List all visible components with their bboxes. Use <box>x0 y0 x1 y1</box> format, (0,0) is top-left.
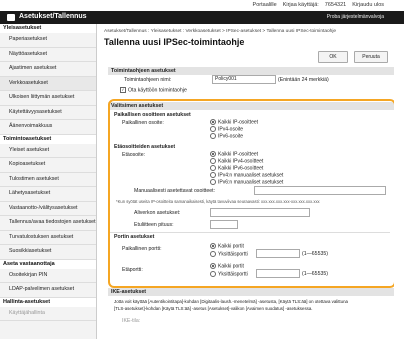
sidebar-head-destination: Aseta vastaanottaja <box>0 259 96 269</box>
sidebar-item-common[interactable]: Yleiset asetukset <box>0 143 96 158</box>
sidebar-item-copy[interactable]: Kopioasetukset <box>0 158 96 173</box>
policy-name-label: Toimintaohjeen nimi: <box>124 77 172 83</box>
app-title: Asetukset/Tallennus <box>19 13 87 20</box>
breadcrumb: Asetukset/Tallennus : Yleisasetukset : V… <box>104 29 337 34</box>
sidebar-item-external-interface[interactable]: Ulkoisen liittymän asetukset <box>0 91 96 106</box>
ike-description-1: Jotta voit käyttää [Autentikointitapa]-k… <box>114 299 348 304</box>
sidebar-item-display[interactable]: Näyttöasetukset <box>0 47 96 62</box>
cancel-button[interactable]: Peruuta <box>354 51 388 63</box>
sidebar: Yleisasetukset Paperiasetukset Näyttöase… <box>0 24 97 339</box>
policy-section-header: Toimintaohjeen asetukset <box>108 67 394 75</box>
policy-name-input[interactable]: Policy001 <box>212 75 276 84</box>
portal-link[interactable]: Portaalille <box>253 2 277 8</box>
ok-button[interactable]: OK <box>318 51 348 63</box>
sidebar-item-network[interactable]: Verkkoasetukset <box>0 76 96 91</box>
enable-policy-label: Ota käyttöön toimintaohje <box>128 87 187 94</box>
sidebar-item-volume[interactable]: Äänenvoimakkuus <box>0 120 96 135</box>
login-user-id: 7654321 <box>324 2 347 8</box>
sidebar-item-address-book-pin[interactable]: Osoitekirjan PIN <box>0 268 96 283</box>
sidebar-item-receive-forward[interactable]: Vastaanotto-/välitysasetukset <box>0 201 96 216</box>
sidebar-item-printer[interactable]: Tulostimen asetukset <box>0 172 96 187</box>
sidebar-item-send[interactable]: Lähetysasetukset <box>0 187 96 202</box>
settings-app-icon <box>7 14 15 21</box>
enable-policy-checkbox[interactable]: ✓ Ota käyttöön toimintaohje <box>120 87 187 93</box>
sidebar-head-function: Toimintoasetukset <box>0 134 96 144</box>
login-user-label: Kirjaa käyttäjä: <box>282 2 319 8</box>
sidebar-head-general: Yleisasetukset <box>0 24 96 33</box>
main-content: Asetukset/Tallennus : Yleisasetukset : V… <box>104 24 394 339</box>
sidebar-item-store-access[interactable]: Tallennus/avaa tiedostojen asetukset <box>0 216 96 231</box>
sidebar-item-paper[interactable]: Paperiasetukset <box>0 33 96 48</box>
sidebar-item-secure-print[interactable]: Turvatulostuksen asetukset <box>0 230 96 245</box>
sidebar-head-management: Hallinta-asetukset <box>0 297 96 307</box>
policy-name-hint: (Enintään 24 merkkiä) <box>278 77 329 83</box>
ike-section-header: IKE-asetukset <box>108 288 394 296</box>
sidebar-item-ldap[interactable]: LDAP-palvelimen asetukset <box>0 283 96 298</box>
system-manager-label: Proba järjestelmänvalvoja <box>326 14 384 20</box>
ike-mode-label: IKE-tila: <box>122 318 141 324</box>
sidebar-item-accessibility[interactable]: Käytettävyysasetukset <box>0 105 96 120</box>
sidebar-item-user-management[interactable]: Käyttäjähallinta <box>0 306 96 321</box>
page-title: Tallenna uusi IPSec-toimintaohje <box>104 37 245 47</box>
selector-highlight-frame <box>108 99 394 288</box>
sidebar-item-favorites[interactable]: Suosikkiasetukset <box>0 245 96 260</box>
sidebar-item-timer[interactable]: Ajastimen asetukset <box>0 62 96 77</box>
logout-link[interactable]: Kirjaudu ulos <box>352 2 384 8</box>
checkbox-checked-icon: ✓ <box>120 87 126 93</box>
ike-description-2: [TLS-asetukset]-kohdan [Käytä TLS:ää] -a… <box>114 306 313 311</box>
app-titlebar: Asetukset/Tallennus Proba järjestelmänva… <box>0 11 404 24</box>
